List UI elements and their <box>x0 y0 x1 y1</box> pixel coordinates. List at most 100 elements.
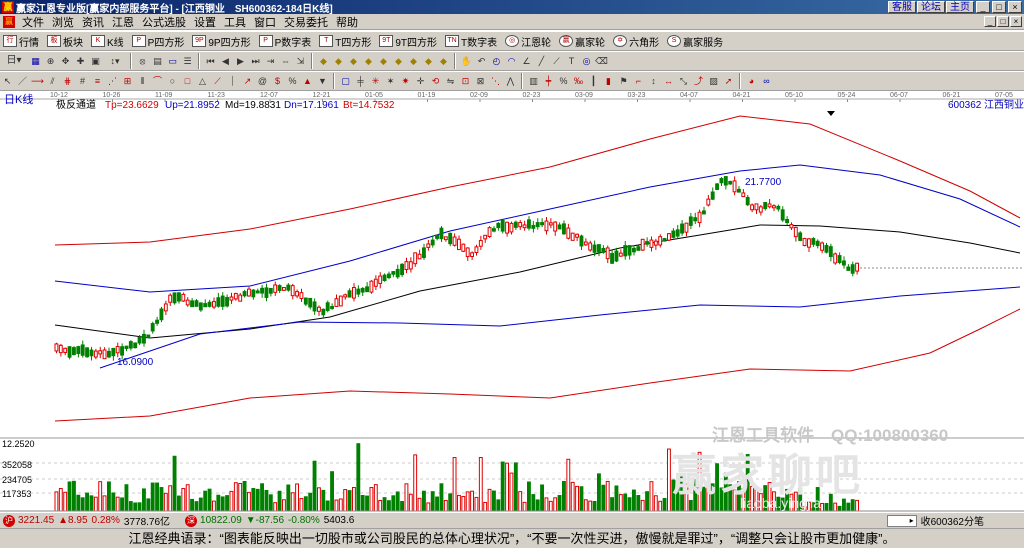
menu-info[interactable]: 资讯 <box>78 14 108 30</box>
speed-line-icon[interactable]: ⟋ <box>211 74 224 88</box>
measure-icon[interactable]: ⤡ <box>677 74 690 88</box>
split-icon[interactable]: ╪ <box>354 74 367 88</box>
list-icon[interactable]: ☰ <box>181 54 194 68</box>
horizontal-icon[interactable]: ↔ <box>662 74 675 88</box>
hand-icon[interactable]: ✋ <box>460 54 473 68</box>
time-zone-icon[interactable]: ⏐ <box>226 74 239 88</box>
tool-hexagon[interactable]: ✡ 六角形 <box>610 32 664 50</box>
forum-link[interactable]: 论坛 <box>917 1 945 13</box>
mark-up-icon[interactable]: ▲ <box>301 74 314 88</box>
diamond-4-icon[interactable]: ◆ <box>362 54 375 68</box>
child-close-button[interactable]: × <box>1010 16 1022 27</box>
triangle-tool-icon[interactable]: △ <box>196 74 209 88</box>
text-tool-icon[interactable]: T <box>565 54 578 68</box>
child-minimize-button[interactable]: _ <box>984 16 996 27</box>
maximize-button[interactable]: □ <box>992 1 1006 13</box>
mark-down-icon[interactable]: ▼ <box>316 74 329 88</box>
homepage-link[interactable]: 主页 <box>946 1 974 13</box>
diamond-7-icon[interactable]: ◆ <box>407 54 420 68</box>
tool-winner-service[interactable]: S 赢家服务 <box>664 32 728 50</box>
cycle-line-icon[interactable]: ⦀ <box>136 74 149 88</box>
tool-9t-square[interactable]: 9T 9T四方形 <box>376 32 442 50</box>
diamond-8-icon[interactable]: ◆ <box>422 54 435 68</box>
line-tool-icon[interactable]: ╱ <box>535 54 548 68</box>
menu-formula-screener[interactable]: 公式选股 <box>138 14 190 30</box>
tool-p-number-table[interactable]: P P数字表 <box>256 32 317 50</box>
bars-icon[interactable]: ▥ <box>527 74 540 88</box>
frame-icon[interactable]: ▢ <box>339 74 352 88</box>
menu-window[interactable]: 窗口 <box>250 14 280 30</box>
color-icon[interactable]: ◕ <box>745 74 758 88</box>
candle-icon[interactable]: ┃ <box>587 74 600 88</box>
diamond-5-icon[interactable]: ◆ <box>377 54 390 68</box>
trend-icon[interactable]: ⤴ <box>692 74 705 88</box>
tool-t-number-table[interactable]: TN T数字表 <box>442 32 502 50</box>
draw-line-icon[interactable]: ／ <box>16 74 29 88</box>
tool-sectors[interactable]: 板板块 <box>44 32 88 50</box>
cycle-icon[interactable]: ◴ <box>490 54 503 68</box>
menu-file[interactable]: 文件 <box>18 14 48 30</box>
zoom-icon[interactable]: ⊕ <box>44 54 57 68</box>
tool-9p-square[interactable]: 9P 9P四方形 <box>189 32 255 50</box>
diamond-2-icon[interactable]: ◆ <box>332 54 345 68</box>
diamond-3-icon[interactable]: ◆ <box>347 54 360 68</box>
gann-tool-icon[interactable]: ⦻ <box>136 54 149 68</box>
fib-icon[interactable]: ≡ <box>91 74 104 88</box>
ruler-icon[interactable]: ┿ <box>542 74 555 88</box>
close-button[interactable]: × <box>1008 1 1022 13</box>
tool-p-square[interactable]: P P四方形 <box>129 32 190 50</box>
menu-help[interactable]: 帮助 <box>332 14 362 30</box>
tool-t-square[interactable]: T T四方形 <box>316 32 376 50</box>
menu-trading[interactable]: 交易委托 <box>280 14 332 30</box>
shade-icon[interactable]: ▨ <box>707 74 720 88</box>
price-tool-icon[interactable]: $ <box>271 74 284 88</box>
regression-icon[interactable]: ↗ <box>241 74 254 88</box>
period-select[interactable]: 日▾ <box>1 54 27 68</box>
rotate-icon[interactable]: ⟲ <box>429 74 442 88</box>
prev-icon[interactable]: ◀ <box>219 54 232 68</box>
channel-icon[interactable]: ⋕ <box>61 74 74 88</box>
menu-app-icon[interactable]: 赢 <box>3 15 15 28</box>
resize-icon[interactable]: ⇔ <box>279 54 292 68</box>
pan-icon[interactable]: ✥ <box>59 54 72 68</box>
status-scroll[interactable]: ▸ <box>886 514 917 527</box>
pointer-icon[interactable]: ↖ <box>1 74 14 88</box>
volume-icon[interactable]: ▮ <box>602 74 615 88</box>
square-tool-icon[interactable]: □ <box>181 74 194 88</box>
window-icon[interactable]: ▭ <box>166 54 179 68</box>
circle-tool-icon[interactable]: ○ <box>166 74 179 88</box>
diamond-1-icon[interactable]: ◆ <box>317 54 330 68</box>
arrow-mark-icon[interactable]: ➚ <box>722 74 735 88</box>
tick-data-label[interactable]: 收600362分笔 <box>921 513 984 528</box>
parallel-icon[interactable]: ⫽ <box>46 74 59 88</box>
marker-icon[interactable]: ▣ <box>89 54 102 68</box>
compass-icon[interactable]: ✳ <box>369 74 382 88</box>
customer-service-link[interactable]: 客服 <box>888 1 916 13</box>
flag-icon[interactable]: ⚑ <box>617 74 630 88</box>
diamond-9-icon[interactable]: ◆ <box>437 54 450 68</box>
menu-browse[interactable]: 浏览 <box>48 14 78 30</box>
angle-icon[interactable]: ∠ <box>520 54 533 68</box>
cross-hair-icon[interactable]: ✛ <box>414 74 427 88</box>
menu-tools[interactable]: 工具 <box>220 14 250 30</box>
tool-winner-wheel[interactable]: 赢赢家轮 <box>556 32 610 50</box>
tool-quotes[interactable]: 行行情 <box>0 32 44 50</box>
percent-tool-icon[interactable]: % <box>286 74 299 88</box>
chart-icon[interactable]: ▦ <box>29 54 42 68</box>
undo-icon[interactable]: ↶ <box>475 54 488 68</box>
ray-icon[interactable]: ⟶ <box>31 74 44 88</box>
grid-icon[interactable]: ▤ <box>151 54 164 68</box>
chart-svg[interactable]: 10-12 10-26 11-09 11-23 12-07 12-21 01-05 01-19… <box>0 91 1024 512</box>
percent-icon[interactable]: % <box>557 74 570 88</box>
tool-kline[interactable]: K K线 <box>88 32 129 50</box>
sh-index[interactable]: 沪 3221.45 ▲8.95 0.28% 3778.76亿 <box>0 513 174 528</box>
minimize-button[interactable]: _ <box>976 1 990 13</box>
zigzag-icon[interactable]: ⋀ <box>504 74 517 88</box>
diamond-6-icon[interactable]: ◆ <box>392 54 405 68</box>
ratio-icon[interactable]: ‰ <box>572 74 585 88</box>
grid-tool-icon[interactable]: # <box>76 74 89 88</box>
shrink-icon[interactable]: ⇲ <box>294 54 307 68</box>
step-line-icon[interactable]: ⌐ <box>632 74 645 88</box>
fan-icon[interactable]: ⟋ <box>550 54 563 68</box>
kline-chart[interactable]: 10-12 10-26 11-09 11-23 12-07 12-21 01-05 01-19… <box>0 91 1024 512</box>
